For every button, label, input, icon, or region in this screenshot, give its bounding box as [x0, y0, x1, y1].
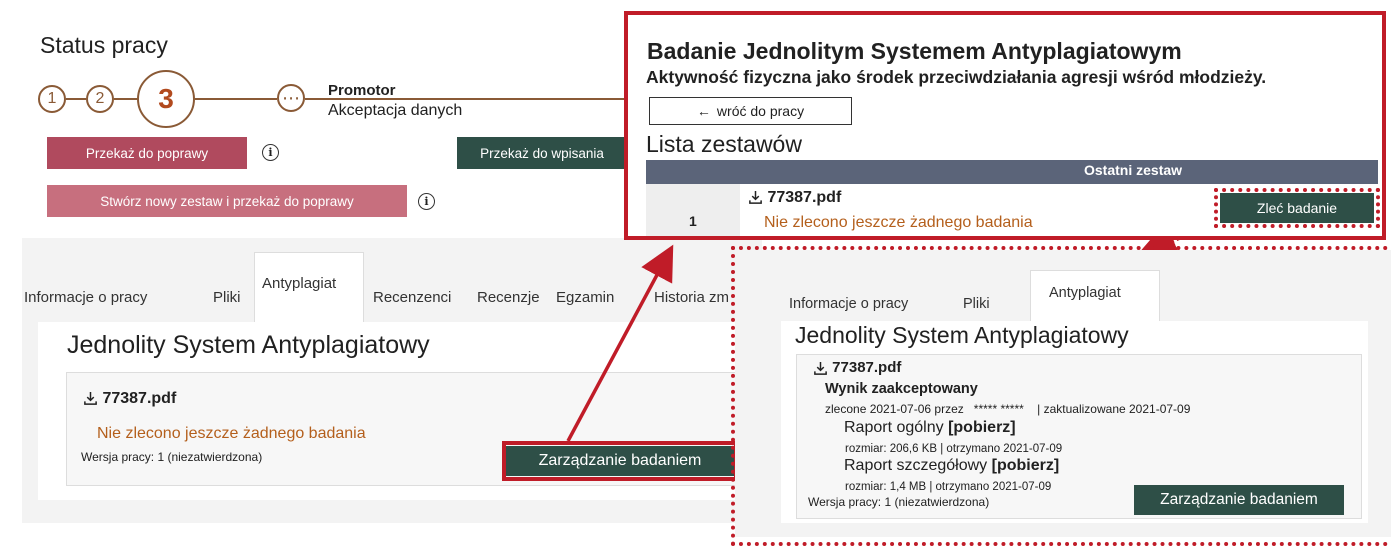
result-tab-files[interactable]: Pliki	[963, 296, 990, 312]
general-report-label: Raport ogólny	[844, 419, 944, 436]
result-ordered-line: zlecone 2021-07-06 przez ***** ***** | z…	[825, 402, 1190, 416]
result-manage-study-button[interactable]: Zarządzanie badaniem	[1134, 485, 1344, 515]
result-title: Jednolity System Antyplagiatowy	[795, 322, 1129, 348]
detailed-report-row: Raport szczegółowy [pobierz]	[844, 457, 1059, 475]
general-report-meta: rozmiar: 206,6 KB | otrzymano 2021-07-09	[845, 443, 1063, 455]
detailed-report-label: Raport szczegółowy	[844, 457, 988, 474]
detailed-report-meta: rozmiar: 1,4 MB | otrzymano 2021-07-09	[845, 481, 1052, 493]
result-tab-antiplagiarism[interactable]: Antyplagiat	[1030, 270, 1160, 322]
result-version-info: Wersja pracy: 1 (niezatwierdzona)	[808, 495, 990, 509]
general-report-row: Raport ogólny [pobierz]	[844, 419, 1016, 437]
result-file-link[interactable]: 77387.pdf	[832, 359, 901, 376]
general-report-download-link[interactable]: [pobierz]	[948, 419, 1016, 436]
masked-user: ***** *****	[973, 402, 1024, 416]
updated-date: | zaktualizowane 2021-07-09	[1037, 402, 1191, 416]
ordered-date: zlecone 2021-07-06 przez	[825, 402, 964, 416]
detailed-report-download-link[interactable]: [pobierz]	[992, 457, 1060, 474]
overlay-highlight-frame	[624, 11, 1386, 240]
download-icon[interactable]	[813, 361, 828, 376]
result-tab-thesis-info[interactable]: Informacje o pracy	[789, 296, 908, 312]
result-accepted: Wynik zaakceptowany	[825, 381, 978, 397]
result-file-row: 77387.pdf	[813, 359, 901, 376]
